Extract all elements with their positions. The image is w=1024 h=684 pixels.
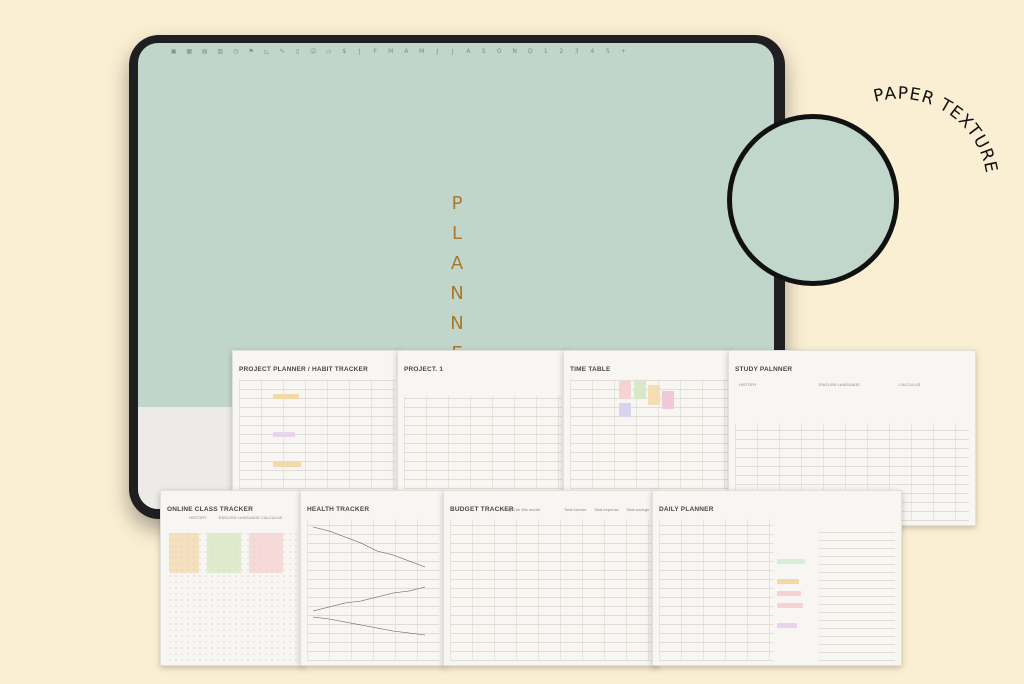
- online-subject-3: CALCULUS: [261, 515, 283, 520]
- study-subject-2: ENGLISH LANGUAGE: [819, 382, 860, 387]
- timetable-block: [619, 381, 631, 399]
- edit-icon[interactable]: ✎: [275, 48, 291, 55]
- note-icon[interactable]: ▭: [321, 48, 337, 55]
- sheet-time-table[interactable]: TIME TABLE: [563, 350, 735, 494]
- nav-section-1[interactable]: 1: [538, 48, 554, 55]
- nav-month-1[interactable]: J: [352, 48, 368, 55]
- sheet-online-class[interactable]: ONLINE CLASS TRACKER HISTORY ENGLISH LAN…: [160, 490, 304, 666]
- daily-block: [777, 623, 797, 628]
- grid-icon[interactable]: ▦: [182, 48, 198, 55]
- book-icon[interactable]: ▯: [290, 48, 306, 55]
- health-chart: [312, 526, 426, 636]
- nav-section-2[interactable]: 2: [554, 48, 570, 55]
- budget-total-savings: Total savings: [626, 507, 650, 512]
- tablet-nav-bar: ▣ ▦ ▤ ▥ ◷ ⚑ ◺ ✎ ▯ ☺ ▭ $ J F M A M J J A …: [166, 45, 762, 57]
- nav-month-2[interactable]: F: [368, 48, 384, 55]
- paper-texture-text: PAPER TEXTURE: [872, 84, 1001, 176]
- online-highlight: [249, 533, 283, 573]
- title-letter: P: [451, 193, 463, 214]
- daily-block: [777, 559, 805, 564]
- budget-total-income: Total income: [564, 507, 587, 512]
- sheet-tabs: [237, 353, 397, 358]
- sheet-project-1[interactable]: PROJECT. 1: [397, 350, 569, 494]
- paper-texture-label: PAPER TEXTURE: [872, 84, 1001, 176]
- sheet-grid: [404, 395, 562, 489]
- home-icon[interactable]: ▣: [166, 48, 182, 55]
- sheet-title: PROJECT. 1: [404, 366, 444, 373]
- health-line-sleep: [312, 616, 426, 636]
- study-subject-1: HISTORY: [739, 382, 757, 387]
- calendar-icon[interactable]: ▥: [213, 48, 229, 55]
- sheet-title: HEALTH TRACKER: [307, 506, 370, 513]
- daily-block: [777, 591, 801, 596]
- nav-month-8[interactable]: A: [461, 48, 477, 55]
- sheet-health[interactable]: HEALTH TRACKER: [300, 490, 446, 666]
- sheet-title: DAILY PLANNER: [659, 506, 714, 513]
- title-letter: A: [450, 253, 464, 274]
- sheet-grid: [239, 379, 395, 489]
- habit-bar: [273, 394, 299, 399]
- nav-section-3[interactable]: 3: [569, 48, 585, 55]
- sheet-title: ONLINE CLASS TRACKER: [167, 506, 253, 513]
- sheet-title: STUDY PALNNER: [735, 366, 793, 373]
- nav-month-12[interactable]: D: [523, 48, 539, 55]
- budget-note: Budget for this month: [502, 507, 541, 512]
- title-letter: N: [450, 313, 464, 334]
- nav-month-11[interactable]: N: [507, 48, 523, 55]
- clock-icon[interactable]: ◷: [228, 48, 244, 55]
- nav-month-3[interactable]: M: [383, 48, 399, 55]
- dollar-icon[interactable]: $: [337, 48, 353, 55]
- flag-icon[interactable]: ⚑: [244, 48, 260, 55]
- budget-total-expense: Total expense: [594, 507, 619, 512]
- study-subject-3: CALCULUS: [899, 382, 921, 387]
- health-line-steps: [312, 586, 426, 612]
- nav-month-7[interactable]: J: [445, 48, 461, 55]
- sheet-grid: [659, 519, 773, 661]
- svg-text:PAPER TEXTURE: PAPER TEXTURE: [872, 84, 1002, 176]
- timetable-block: [648, 385, 660, 405]
- online-highlight: [169, 533, 199, 573]
- list-icon[interactable]: ▤: [197, 48, 213, 55]
- sheet-title: PROJECT PLANNER / HABIT TRACKER: [239, 366, 368, 373]
- nav-month-4[interactable]: A: [399, 48, 415, 55]
- daily-block: [777, 603, 803, 608]
- sheet-budget[interactable]: BUDGET TRACKER Budget for this month Tot…: [443, 490, 659, 666]
- timetable-block: [662, 391, 674, 409]
- user-icon[interactable]: ☺: [306, 48, 322, 55]
- nav-section-5[interactable]: 5: [600, 48, 616, 55]
- daily-notes-lines: [819, 531, 895, 661]
- nav-add-icon[interactable]: +: [616, 48, 632, 55]
- sheet-project-habit[interactable]: PROJECT PLANNER / HABIT TRACKER: [232, 350, 402, 494]
- nav-section-4[interactable]: 4: [585, 48, 601, 55]
- online-highlight: [207, 533, 241, 573]
- daily-block: [777, 579, 799, 584]
- sheet-title: TIME TABLE: [570, 366, 611, 373]
- title-letter: L: [451, 223, 463, 244]
- nav-month-6[interactable]: J: [430, 48, 446, 55]
- sheet-grid: [450, 519, 652, 661]
- chart-icon[interactable]: ◺: [259, 48, 275, 55]
- title-letter: N: [450, 283, 464, 304]
- timetable-block: [634, 381, 646, 399]
- sheet-daily[interactable]: DAILY PLANNER: [652, 490, 902, 666]
- habit-bar: [273, 432, 295, 437]
- online-subject-2: ENGLISH LANGUAGE: [219, 515, 260, 520]
- habit-bar: [273, 462, 301, 467]
- online-subject-1: HISTORY: [189, 515, 207, 520]
- nav-month-5[interactable]: M: [414, 48, 430, 55]
- health-line-weight: [312, 526, 426, 568]
- timetable-block: [619, 403, 631, 417]
- nav-month-9[interactable]: S: [476, 48, 492, 55]
- nav-month-10[interactable]: O: [492, 48, 508, 55]
